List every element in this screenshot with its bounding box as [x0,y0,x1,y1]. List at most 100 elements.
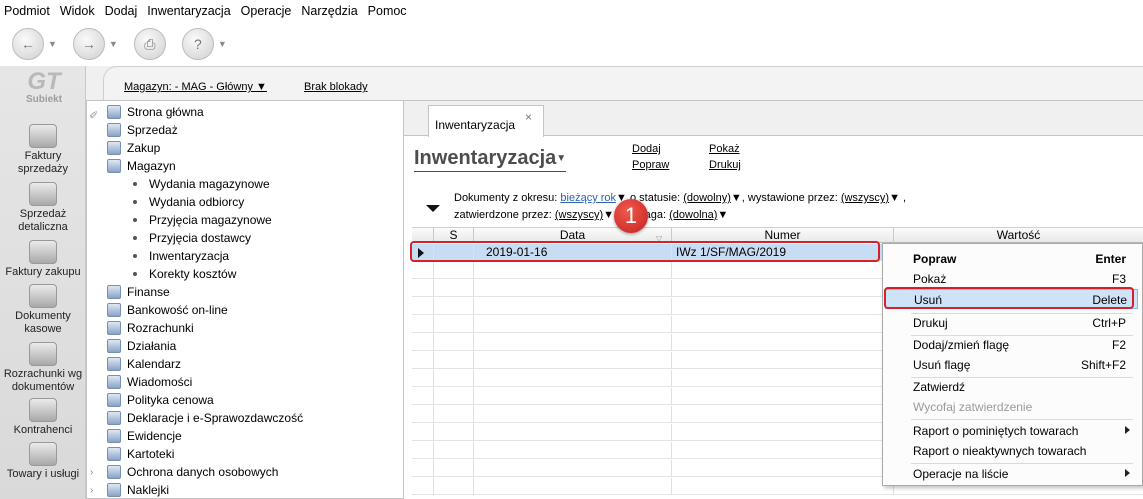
app-logo: GT Subiekt [16,70,72,110]
tree-item-label: Wiadomości [127,375,193,389]
menu-item-label: Wycofaj zatwierdzenie [913,400,1033,414]
bullet-icon [133,236,137,240]
bullet-icon [133,182,137,186]
tree-item-label: Przyjęcia dostawcy [149,231,252,245]
menu-narzedzia[interactable]: Narzędzia [301,4,357,18]
page-title[interactable]: Inwentaryzacja▼ [414,147,567,172]
tree-item-polityka-cenowa[interactable]: Polityka cenowa [107,391,214,409]
purchase-icon [107,141,121,155]
tree-item-rozrachunki[interactable]: Rozrachunki [107,319,194,337]
chevron-right-icon[interactable]: › [90,485,93,496]
tree-item-strona-glowna[interactable]: Strona główna [107,103,204,121]
tree-item-wiadomosci[interactable]: Wiadomości [107,373,192,391]
lock-status-link[interactable]: Brak blokady [304,81,368,93]
back-button[interactable]: ← ▼ [12,28,57,60]
tree-item-kartoteki[interactable]: Kartoteki [107,445,174,463]
tree-item-ochrona-danych[interactable]: Ochrona danych osobowych [107,463,278,481]
pin-icon[interactable]: ✐ [89,109,98,122]
selected-row-highlight [410,241,880,262]
tree-item-dzialania[interactable]: Działania [107,337,176,355]
chevron-down-icon[interactable]: ▼ [731,192,742,204]
tree-item-kalendarz[interactable]: Kalendarz [107,355,181,373]
tree-item-deklaracje[interactable]: Deklaracje i e-Sprawozdawczość [107,409,303,427]
column-header-label: Data [559,228,586,242]
menu-item-label: Drukuj [913,316,948,330]
dodaj-link[interactable]: Dodaj [632,143,661,155]
menu-item-raport-nieaktywnych[interactable]: Raport o nieaktywnych towarach [883,441,1136,461]
menu-item-pokaz[interactable]: Pokaż F3 [883,269,1136,289]
filter-okres-value[interactable]: bieżący rok [560,192,616,204]
sidebar-item-kontrahenci[interactable]: Kontrahenci [0,398,86,437]
tree-item-label: Działania [127,339,177,353]
bullet-icon [133,272,137,276]
settlement-icon [107,321,121,335]
drukuj-link[interactable]: Drukuj [709,159,741,171]
menu-item-dodaj-flage[interactable]: Dodaj/zmień flagę F2 [883,335,1136,355]
tree-subitem-wydania-odbiorcy[interactable]: Wydania odbiorcy [133,193,244,211]
sidebar-item-faktury-sprzedazy[interactable]: Faktury sprzedaży [0,124,86,176]
chevron-down-icon[interactable]: ▼ [48,39,57,49]
filter-wystawione-value[interactable]: (wszyscy) [841,192,889,204]
menu-operacje[interactable]: Operacje [241,4,292,18]
chevron-down-icon[interactable]: ▼ [218,39,227,49]
menu-item-label: Popraw [913,252,957,266]
print-button[interactable]: ⎙ [133,28,166,60]
sidebar-item-dokumenty-kasowe[interactable]: Dokumenty kasowe [0,284,86,336]
sidebar-item-label: Sprzedaż detaliczna [18,208,68,233]
delete-item-highlight [884,287,1134,309]
tree-item-finanse[interactable]: Finanse [107,283,170,301]
tree-item-naklejki[interactable]: Naklejki [107,481,169,498]
chevron-right-icon[interactable]: › [90,467,93,478]
retail-icon [29,182,57,206]
tree-item-magazyn[interactable]: Magazyn [107,157,176,175]
chevron-right-icon [1125,426,1130,434]
warehouse-selector[interactable]: Magazyn: - MAG - Główny ▼ [124,81,267,93]
menu-pomoc[interactable]: Pomoc [368,4,407,18]
finance-icon [107,285,121,299]
chevron-down-icon[interactable]: ▼ [603,209,614,221]
menu-item-drukuj[interactable]: Drukuj Ctrl+P [883,313,1136,333]
filter-flaga-value[interactable]: (dowolna) [669,209,717,221]
chevron-down-icon[interactable]: ▼ [109,39,118,49]
tree-item-sprzedaz[interactable]: Sprzedaż [107,121,178,139]
sidebar-item-label: Towary i usługi [6,468,80,480]
tree-item-zakup[interactable]: Zakup [107,139,160,157]
menu-item-operacje-na-liscie[interactable]: Operacje na liście [883,464,1136,484]
menu-dodaj[interactable]: Dodaj [105,4,138,18]
filter-toggle-icon[interactable] [426,205,440,212]
popraw-link[interactable]: Popraw [632,159,669,171]
tree-subitem-przyjecia-magazynowe[interactable]: Przyjęcia magazynowe [133,211,272,229]
help-button[interactable]: ? ▼ [181,28,227,60]
menu-item-usun-flage[interactable]: Usuń flagę Shift+F2 [883,355,1136,375]
filter-status-value[interactable]: (dowolny) [683,192,731,204]
price-icon [107,393,121,407]
menu-item-raport-pominietych[interactable]: Raport o pominiętych towarach [883,421,1136,441]
menu-item-shortcut: Shift+F2 [1080,358,1126,372]
forward-button[interactable]: → ▼ [72,28,118,60]
tree-subitem-przyjecia-dostawcy[interactable]: Przyjęcia dostawcy [133,229,251,247]
menu-item-wycofaj: Wycofaj zatwierdzenie [883,397,1136,417]
menu-podmiot[interactable]: Podmiot [4,4,50,18]
tree-subitem-wydania-magazynowe[interactable]: Wydania magazynowe [133,175,270,193]
menu-item-label: Raport o nieaktywnych towarach [913,444,1087,458]
menu-item-popraw[interactable]: Popraw Enter [883,249,1136,269]
close-icon[interactable]: × [525,110,532,124]
chevron-down-icon[interactable]: ▼ [889,192,900,204]
pokaz-link[interactable]: Pokaż [709,143,740,155]
column-header-wartosc[interactable]: Wartość [894,228,1143,243]
menu-widok[interactable]: Widok [60,4,95,18]
sidebar-item-rozrachunki[interactable]: Rozrachunki wg dokumentów [0,342,86,394]
tree-item-bankowosc[interactable]: Bankowość on-line [107,301,228,319]
sidebar-item-towary[interactable]: Towary i usługi [0,442,86,481]
sidebar-item-sprzedaz-detaliczna[interactable]: Sprzedaż detaliczna [0,182,86,234]
tree-item-ewidencje[interactable]: Ewidencje [107,427,182,445]
filter-zatw-value[interactable]: (wszyscy) [555,209,603,221]
menu-item-zatwierdz[interactable]: Zatwierdź [883,377,1136,397]
tree-subitem-inwentaryzacja[interactable]: Inwentaryzacja [133,247,229,265]
tab-inwentaryzacja[interactable]: Inwentaryzacja × [428,105,544,137]
sidebar-item-faktury-zakupu[interactable]: Faktury zakupu [0,240,86,279]
chevron-down-icon[interactable]: ▼ [717,209,728,221]
menu-inwentaryzacja[interactable]: Inwentaryzacja [147,4,230,18]
tree-subitem-korekty-kosztow[interactable]: Korekty kosztów [133,265,236,283]
tree-item-label: Kalendarz [127,357,182,371]
